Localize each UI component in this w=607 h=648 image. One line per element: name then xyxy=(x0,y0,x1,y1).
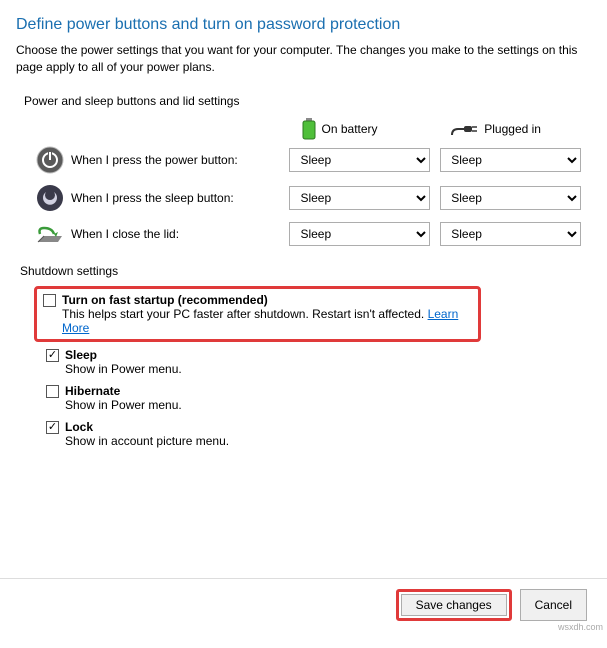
lid-battery-select[interactable]: Sleep xyxy=(289,222,430,246)
lid-row: When I close the lid: Sleep Sleep xyxy=(16,222,591,246)
fast-startup-highlight: Turn on fast startup (recommended) This … xyxy=(34,286,481,342)
page-description: Choose the power settings that you want … xyxy=(16,42,591,76)
section-label: Power and sleep buttons and lid settings xyxy=(24,94,591,108)
watermark: wsxdh.com xyxy=(558,622,603,632)
lid-label: When I close the lid: xyxy=(71,227,289,241)
sleep-button-icon xyxy=(30,184,71,212)
sleep-button-label: When I press the sleep button: xyxy=(71,191,289,205)
fast-startup-checkbox[interactable] xyxy=(43,294,56,307)
battery-header: On battery xyxy=(322,122,378,136)
hibernate-sub: Show in Power menu. xyxy=(65,398,591,412)
plug-icon xyxy=(450,121,478,137)
hibernate-checkbox[interactable] xyxy=(46,385,59,398)
footer: Save changes Cancel xyxy=(0,578,607,637)
lock-sub: Show in account picture menu. xyxy=(65,434,591,448)
sleep-title: Sleep xyxy=(65,348,97,362)
power-button-label: When I press the power button: xyxy=(71,153,289,167)
sleep-button-battery-select[interactable]: Sleep xyxy=(289,186,430,210)
shutdown-settings-label: Shutdown settings xyxy=(20,264,591,278)
lock-checkbox[interactable] xyxy=(46,421,59,434)
lid-icon xyxy=(30,222,71,246)
power-button-row: When I press the power button: Sleep Sle… xyxy=(16,146,591,174)
sleep-checkbox[interactable] xyxy=(46,349,59,362)
column-headers: On battery Plugged in xyxy=(16,118,591,140)
power-button-battery-select[interactable]: Sleep xyxy=(289,148,430,172)
plugged-header: Plugged in xyxy=(484,122,541,136)
save-button[interactable]: Save changes xyxy=(401,594,507,616)
fast-startup-sub: This helps start your PC faster after sh… xyxy=(62,307,424,321)
save-button-highlight: Save changes xyxy=(396,589,512,621)
sleep-sub: Show in Power menu. xyxy=(65,362,591,376)
cancel-button[interactable]: Cancel xyxy=(520,589,587,621)
hibernate-title: Hibernate xyxy=(65,384,120,398)
page-title: Define power buttons and turn on passwor… xyxy=(16,16,591,34)
lock-title: Lock xyxy=(65,420,93,434)
sleep-button-plugged-select[interactable]: Sleep xyxy=(440,186,581,210)
power-button-icon xyxy=(30,146,71,174)
power-button-plugged-select[interactable]: Sleep xyxy=(440,148,581,172)
battery-icon xyxy=(302,118,316,140)
sleep-button-row: When I press the sleep button: Sleep Sle… xyxy=(16,184,591,212)
fast-startup-title: Turn on fast startup (recommended) xyxy=(62,293,268,307)
lid-plugged-select[interactable]: Sleep xyxy=(440,222,581,246)
